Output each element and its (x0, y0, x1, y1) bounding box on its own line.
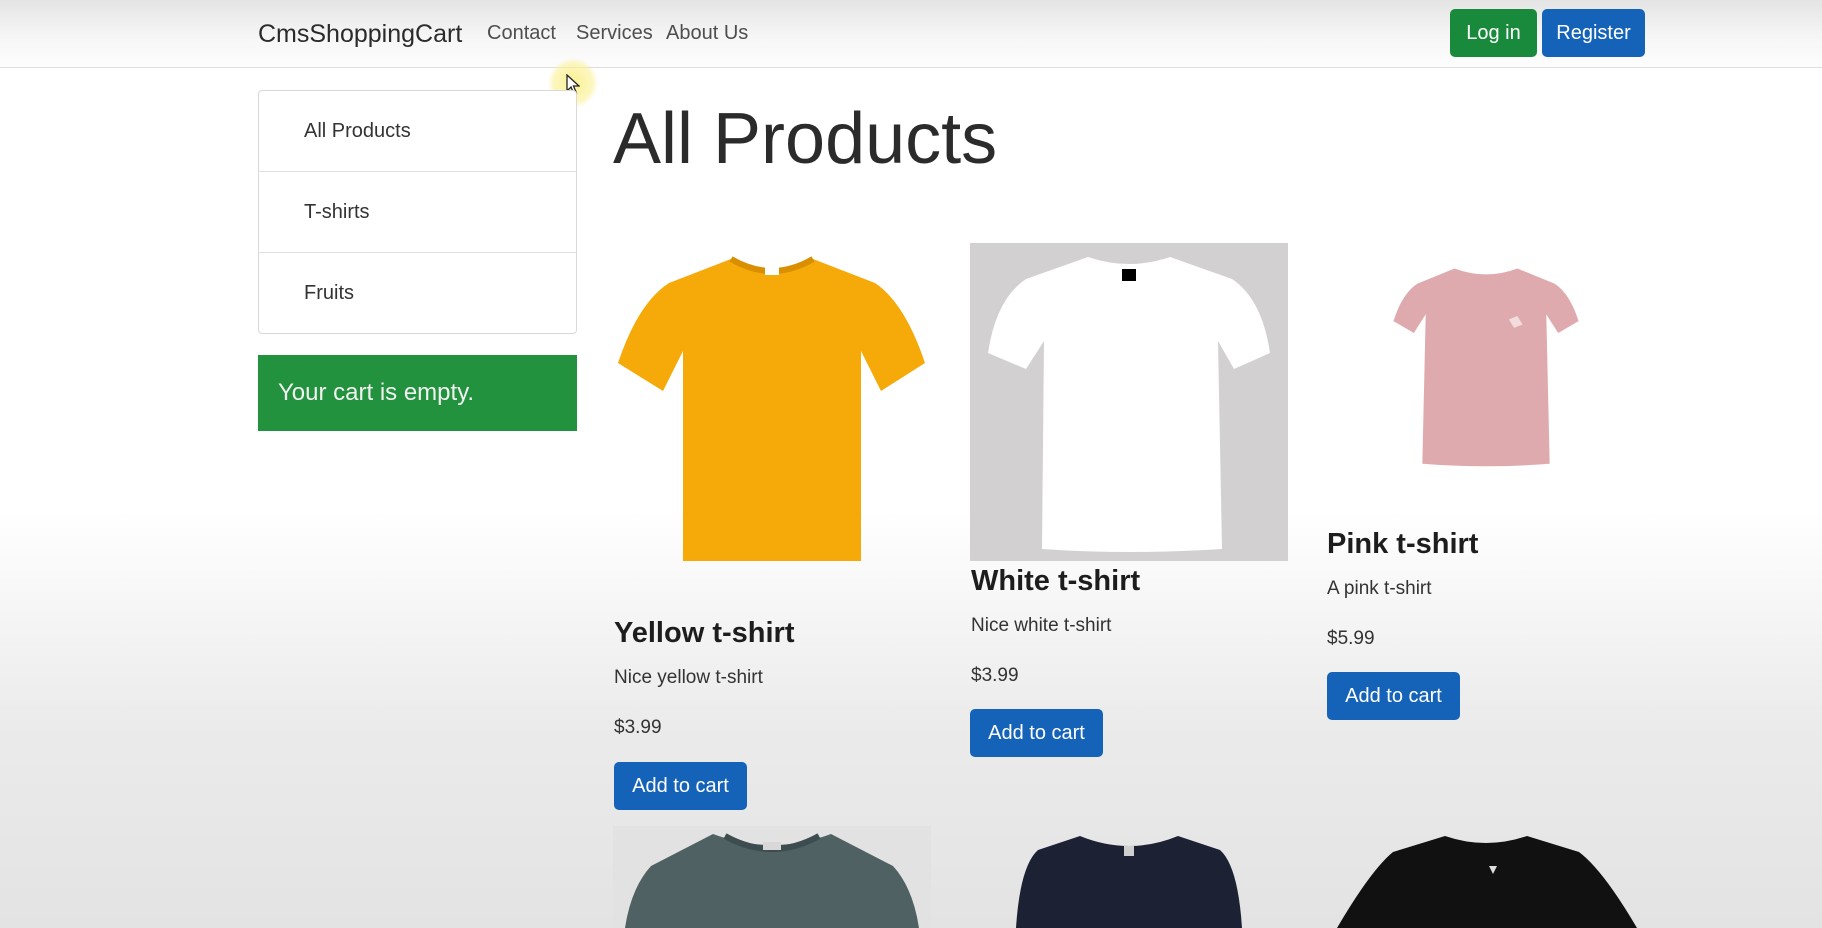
product-card-yellow: Yellow t-shirt Nice yellow t-shirt $3.99… (613, 243, 933, 813)
brand-link[interactable]: CmsShoppingCart (258, 20, 462, 49)
product-card-black (1327, 826, 1645, 928)
product-description: A pink t-shirt (1327, 578, 1432, 599)
product-image-pink-tshirt[interactable] (1327, 243, 1645, 513)
product-image-black-tshirt[interactable] (1327, 826, 1645, 928)
product-image-yellow-tshirt[interactable] (613, 243, 931, 561)
page-title: All Products (613, 99, 998, 179)
product-description: Nice yellow t-shirt (614, 667, 763, 688)
product-image-navy-tshirt[interactable] (970, 826, 1288, 928)
product-image-grey-tshirt[interactable] (613, 826, 931, 928)
category-item-all-products[interactable]: All Products (259, 91, 576, 172)
product-card-white: White t-shirt Nice white t-shirt $3.99 A… (970, 243, 1290, 763)
category-item-fruits[interactable]: Fruits (259, 253, 576, 334)
add-to-cart-button[interactable]: Add to cart (1327, 672, 1460, 720)
category-item-t-shirts[interactable]: T-shirts (259, 172, 576, 253)
add-to-cart-button[interactable]: Add to cart (614, 762, 747, 810)
product-card-navy (970, 826, 1288, 928)
product-name: Yellow t-shirt (614, 617, 795, 649)
product-name: Pink t-shirt (1327, 528, 1479, 560)
nav-link-services[interactable]: Services (576, 22, 653, 45)
navbar: CmsShoppingCart Contact Services About U… (0, 0, 1822, 68)
product-description: Nice white t-shirt (971, 615, 1112, 636)
login-button[interactable]: Log in (1450, 9, 1537, 57)
product-image-white-tshirt[interactable] (970, 243, 1288, 561)
product-price: $5.99 (1327, 628, 1375, 649)
category-list: All Products T-shirts Fruits (258, 90, 577, 334)
nav-link-contact[interactable]: Contact (487, 22, 556, 45)
product-card-grey (613, 826, 931, 928)
nav-link-about-us[interactable]: About Us (666, 22, 748, 45)
add-to-cart-button[interactable]: Add to cart (970, 709, 1103, 757)
register-button[interactable]: Register (1542, 9, 1645, 57)
product-price: $3.99 (971, 665, 1019, 686)
product-price: $3.99 (614, 717, 662, 738)
product-name: White t-shirt (971, 565, 1141, 597)
product-card-pink: Pink t-shirt A pink t-shirt $5.99 Add to… (1327, 243, 1647, 723)
cart-status-box: Your cart is empty. (258, 355, 577, 431)
